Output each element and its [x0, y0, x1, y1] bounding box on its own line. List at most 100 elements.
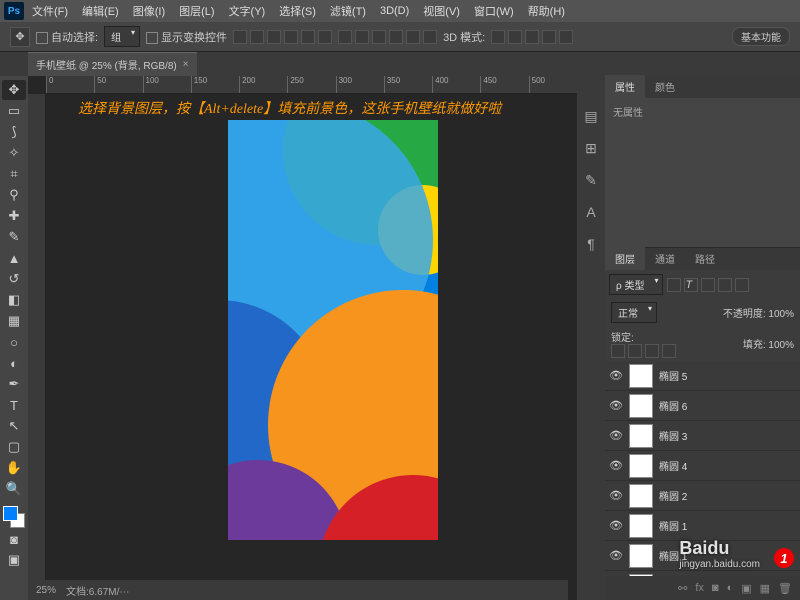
pen-tool[interactable]: ✒ [2, 374, 26, 394]
autoselect-checkbox[interactable] [36, 32, 48, 44]
layer-row[interactable]: 👁椭圆 2 [605, 481, 800, 511]
tab-paths[interactable]: 路径 [685, 247, 725, 270]
history-icon[interactable]: ▤ [581, 106, 601, 126]
swatches-icon[interactable]: ⊞ [581, 138, 601, 158]
autoselect-target-select[interactable]: 组 [104, 26, 140, 47]
visibility-icon[interactable]: 👁 [609, 369, 623, 383]
mask-icon[interactable]: ◙ [712, 582, 719, 594]
layer-row[interactable]: 👁椭圆 1 [605, 511, 800, 541]
fill-label: 填充: [743, 340, 766, 351]
menu-file[interactable]: 文件(F) [26, 0, 74, 22]
lasso-tool[interactable]: ⟆ [2, 122, 26, 142]
marquee-tool[interactable]: ▭ [2, 101, 26, 121]
document-tab[interactable]: 手机壁纸 @ 25% (背景, RGB/8) × [28, 52, 197, 76]
brush-tool[interactable]: ✎ [2, 227, 26, 247]
eyedropper-tool[interactable]: ⚲ [2, 185, 26, 205]
layer-row[interactable]: 👁 椭圆 5 [605, 361, 800, 391]
adjust-icon[interactable]: ◐ [727, 582, 734, 594]
layer-filter-row: ρ 类型 T [605, 270, 800, 299]
document-canvas[interactable] [228, 120, 438, 540]
move-tool-icon[interactable]: ✥ [10, 27, 30, 47]
tab-color[interactable]: 颜色 [645, 75, 685, 98]
visibility-icon[interactable]: 👁 [609, 549, 623, 563]
ps-logo: Ps [4, 2, 24, 20]
quickmask-toggle[interactable]: ◙ [2, 529, 26, 549]
new-layer-icon[interactable]: ▦ [760, 582, 770, 595]
layer-thumb[interactable] [629, 454, 653, 478]
brushes-icon[interactable]: ✎ [581, 170, 601, 190]
fill-value[interactable]: 100% [768, 340, 794, 351]
hand-tool[interactable]: ✋ [2, 458, 26, 478]
color-swatch[interactable] [3, 506, 25, 528]
blend-mode-select[interactable]: 正常 [611, 302, 657, 323]
layer-row[interactable]: 👁 椭圆 3 [605, 421, 800, 451]
doc-info[interactable]: 文档:6.67M/⋯ [66, 583, 129, 598]
crop-tool[interactable]: ⌗ [2, 164, 26, 184]
type-tool[interactable]: T [2, 395, 26, 415]
layer-filter-icons[interactable]: T [667, 278, 749, 292]
menu-filter[interactable]: 滤镜(T) [324, 0, 372, 22]
dodge-tool[interactable]: ◐ [2, 353, 26, 373]
gradient-tool[interactable]: ▦ [2, 311, 26, 331]
layer-name: 椭圆 4 [659, 458, 687, 473]
zoom-level[interactable]: 25% [36, 585, 56, 596]
visibility-icon[interactable]: 👁 [609, 399, 623, 413]
transform-checkbox[interactable] [146, 32, 158, 44]
trash-icon[interactable]: 🗑 [778, 582, 792, 595]
lock-icons[interactable] [611, 344, 676, 358]
zoom-tool[interactable]: 🔍 [2, 479, 26, 499]
group-icon[interactable]: ▣ [741, 582, 751, 595]
tab-properties[interactable]: 属性 [605, 75, 645, 98]
tab-channels[interactable]: 通道 [645, 247, 685, 270]
shape-tool[interactable]: ▢ [2, 437, 26, 457]
heal-tool[interactable]: ✚ [2, 206, 26, 226]
history-brush-tool[interactable]: ↺ [2, 269, 26, 289]
menu-layer[interactable]: 图层(L) [173, 0, 220, 22]
workspace-select[interactable]: 基本功能 [732, 27, 790, 46]
fx-icon[interactable]: fx [695, 582, 704, 594]
menu-3d[interactable]: 3D(D) [374, 2, 415, 20]
close-icon[interactable]: × [183, 59, 189, 70]
layer-name: 椭圆 5 [659, 368, 687, 383]
layer-name: 椭圆 3 [659, 428, 687, 443]
blur-tool[interactable]: ○ [2, 332, 26, 352]
mode3d-icons[interactable] [491, 30, 573, 44]
wand-tool[interactable]: ✧ [2, 143, 26, 163]
layer-thumb[interactable] [629, 544, 653, 568]
layer-row[interactable]: 👁 椭圆 4 [605, 451, 800, 481]
layer-thumb[interactable] [629, 424, 653, 448]
para-icon[interactable]: ¶ [581, 234, 601, 254]
layer-thumb[interactable] [629, 484, 653, 508]
visibility-icon[interactable]: 👁 [609, 429, 623, 443]
visibility-icon[interactable]: 👁 [609, 459, 623, 473]
visibility-icon[interactable]: 👁 [609, 519, 623, 533]
menu-window[interactable]: 窗口(W) [468, 0, 520, 22]
stamp-tool[interactable]: ▲ [2, 248, 26, 268]
opacity-value[interactable]: 100% [768, 309, 794, 320]
collapsed-panel-strip: ▤ ⊞ ✎ A ¶ [577, 76, 605, 600]
menu-image[interactable]: 图像(I) [127, 0, 171, 22]
tab-layers[interactable]: 图层 [605, 247, 645, 270]
path-tool[interactable]: ↖ [2, 416, 26, 436]
char-icon[interactable]: A [581, 202, 601, 222]
distribute-icons[interactable] [338, 30, 437, 44]
ruler-horizontal: 050100150200250300350400450500 [46, 76, 577, 94]
move-tool[interactable]: ✥ [2, 80, 26, 100]
menu-view[interactable]: 视图(V) [417, 0, 466, 22]
menu-select[interactable]: 选择(S) [273, 0, 322, 22]
screenmode-toggle[interactable]: ▣ [2, 550, 26, 570]
eraser-tool[interactable]: ◧ [2, 290, 26, 310]
properties-panel: 无属性 [605, 98, 800, 248]
layer-thumb[interactable] [629, 514, 653, 538]
layer-row[interactable]: 👁椭圆 6 [605, 391, 800, 421]
visibility-icon[interactable]: 👁 [609, 489, 623, 503]
align-icons[interactable] [233, 30, 332, 44]
menu-help[interactable]: 帮助(H) [522, 0, 571, 22]
menu-text[interactable]: 文字(Y) [223, 0, 272, 22]
layer-thumb[interactable] [629, 394, 653, 418]
status-bar: 25% 文档:6.67M/⋯ [28, 580, 568, 600]
layer-kind-select[interactable]: ρ 类型 [609, 274, 663, 295]
link-layers-icon[interactable]: ⚯ [678, 582, 687, 595]
layer-thumb[interactable] [629, 364, 653, 388]
menu-edit[interactable]: 编辑(E) [76, 0, 125, 22]
